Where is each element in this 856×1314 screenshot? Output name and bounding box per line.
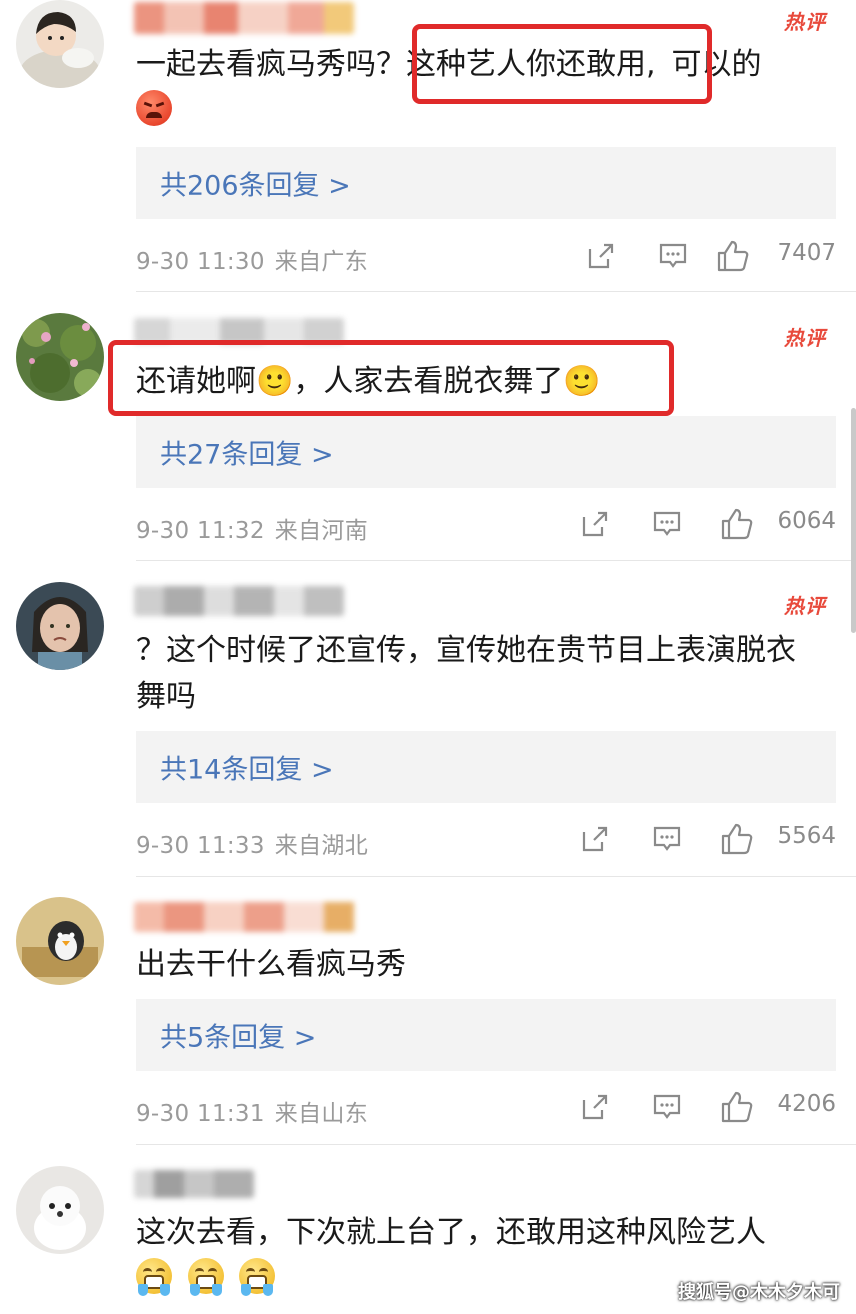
divider <box>136 1144 856 1145</box>
divider <box>136 876 856 877</box>
angry-face-icon <box>136 90 172 126</box>
comment-actions: 4206 <box>580 1089 836 1125</box>
comment-meta: 9-30 11:30 来自广东 <box>136 249 368 275</box>
like-icon[interactable] <box>720 822 754 856</box>
replies-link[interactable]: 共5条回复 > <box>160 1016 316 1055</box>
avatar[interactable] <box>16 0 104 88</box>
share-icon[interactable] <box>580 509 610 539</box>
comment-actions: 5564 <box>580 821 836 857</box>
divider <box>136 560 856 561</box>
highlight-box <box>412 24 712 104</box>
watermark: 搜狐号@木木夕木可 <box>678 1282 840 1303</box>
crying-face-icon <box>239 1258 276 1296</box>
replies-link[interactable]: 共206条回复 > <box>160 164 351 203</box>
comment-icon[interactable] <box>652 1092 682 1122</box>
share-icon[interactable] <box>586 241 616 271</box>
crying-face-icon <box>187 1258 224 1296</box>
replies-box[interactable]: 共5条回复 > <box>136 999 836 1071</box>
username-blurred[interactable] <box>134 1170 254 1198</box>
replies-link[interactable]: 共14条回复 > <box>160 748 334 787</box>
like-icon[interactable] <box>720 507 754 541</box>
comment-icon[interactable] <box>658 241 688 271</box>
avatar[interactable] <box>16 897 104 985</box>
replies-box[interactable]: 共206条回复 > <box>136 147 836 219</box>
avatar[interactable] <box>16 313 104 401</box>
comment-actions: 6064 <box>580 506 836 542</box>
username-blurred[interactable] <box>134 902 364 932</box>
avatar[interactable] <box>16 582 104 670</box>
like-icon[interactable] <box>720 1090 754 1124</box>
replies-link[interactable]: 共27条回复 > <box>160 433 334 472</box>
like-count: 5564 <box>777 823 836 849</box>
username-blurred[interactable] <box>134 586 344 616</box>
highlight-box <box>108 340 674 416</box>
replies-box[interactable]: 共14条回复 > <box>136 731 836 803</box>
hot-comment-badge: 热评 <box>784 10 826 34</box>
share-icon[interactable] <box>580 824 610 854</box>
comment-icon[interactable] <box>652 509 682 539</box>
comment-meta: 9-30 11:32 来自河南 <box>136 518 368 544</box>
like-count: 6064 <box>777 508 836 534</box>
comment-meta: 9-30 11:31 来自山东 <box>136 1101 368 1127</box>
like-count: 7407 <box>777 240 836 266</box>
comment-meta: 9-30 11:33 来自湖北 <box>136 833 368 859</box>
replies-box[interactable]: 共27条回复 > <box>136 416 836 488</box>
scrollbar[interactable] <box>851 408 856 633</box>
like-icon[interactable] <box>716 239 750 273</box>
comment-icon[interactable] <box>652 824 682 854</box>
comment-text: 出去干什么看疯马秀 <box>136 947 406 982</box>
comment-actions: 7407 <box>586 238 836 274</box>
like-count: 4206 <box>777 1091 836 1117</box>
hot-comment-badge: 热评 <box>784 326 826 350</box>
share-icon[interactable] <box>580 1092 610 1122</box>
divider <box>136 291 856 292</box>
hot-comment-badge: 热评 <box>784 594 826 618</box>
comment-text: ？这个时候了还宣传，宣传她在贵节目上表演脱衣舞吗 <box>136 633 796 714</box>
avatar[interactable] <box>16 1166 104 1254</box>
username-blurred[interactable] <box>134 2 354 34</box>
crying-face-icon <box>136 1258 172 1296</box>
